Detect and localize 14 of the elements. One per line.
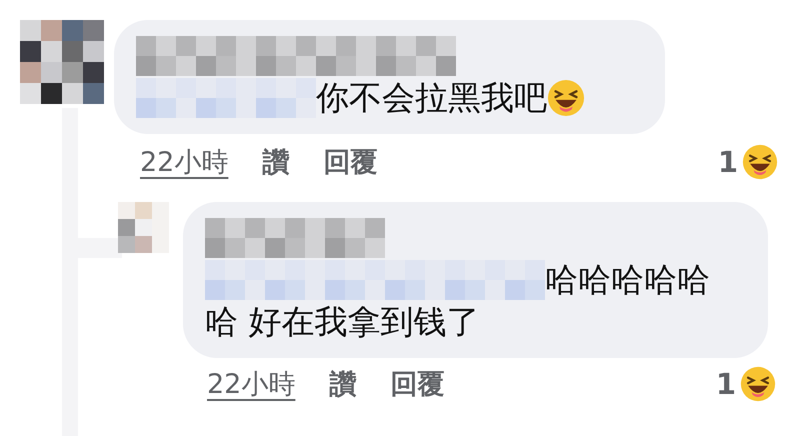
reply-link[interactable]: 回覆 <box>323 144 378 180</box>
reaction-count: 1 <box>718 145 738 179</box>
comment-text: 哈 好在我拿到钱了 <box>205 302 480 342</box>
comment-time[interactable]: 22小時 <box>140 144 228 180</box>
like-link[interactable]: 讚 <box>262 144 290 180</box>
laughing-reaction-icon <box>742 144 778 180</box>
reply-link[interactable]: 回覆 <box>390 366 444 402</box>
reaction-count: 1 <box>716 367 736 401</box>
comment-time[interactable]: 22小時 <box>207 366 296 402</box>
comment-text: 你不会拉黑我吧 <box>316 78 547 118</box>
comment-text: 哈哈哈哈哈 <box>545 260 710 300</box>
laughing-reaction-icon <box>740 366 776 402</box>
like-link[interactable]: 讚 <box>329 366 356 402</box>
avatar <box>118 202 169 253</box>
